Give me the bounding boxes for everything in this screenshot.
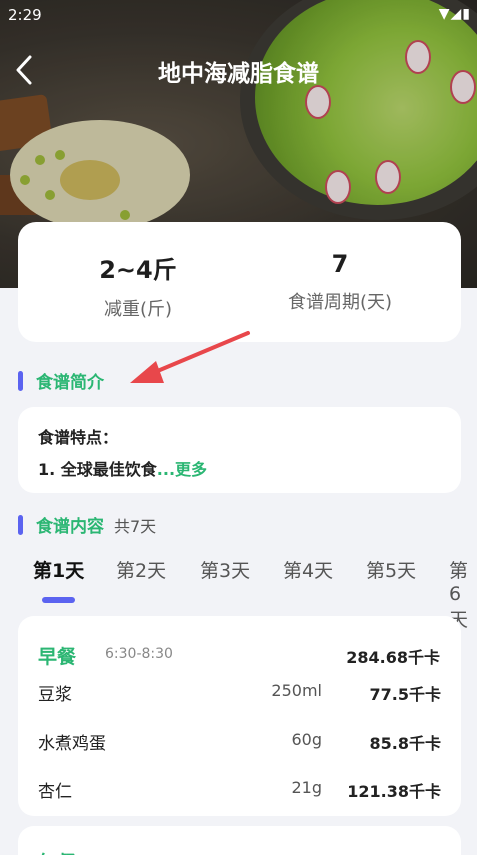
section-marker — [18, 370, 23, 391]
page-title: 地中海减脂食谱 — [158, 61, 319, 87]
meal-card-breakfast: 早餐 6:30-8:30 284.68千卡 豆浆 250ml 77.5千卡 水煮… — [18, 616, 461, 816]
food-quantity: 250ml — [271, 681, 322, 700]
active-tab-indicator — [42, 597, 75, 603]
tab-day-1[interactable]: 第1天 — [33, 556, 84, 583]
food-row[interactable]: 豆浆 250ml 77.5千卡 — [38, 680, 441, 705]
section-title: 食谱内容 — [36, 517, 104, 537]
cycle-stat: 7 食谱周期(天) — [240, 250, 440, 314]
meal-name: 午餐 — [38, 848, 76, 855]
intro-section-header: 食谱简介 — [18, 368, 104, 393]
tab-day-2[interactable]: 第2天 — [116, 556, 166, 583]
food-name: 豆浆 — [38, 685, 72, 705]
tab-day-5[interactable]: 第5天 — [366, 556, 416, 583]
food-row[interactable]: 水煮鸡蛋 60g 85.8千卡 — [38, 729, 441, 754]
intro-text: 1. 全球最佳饮食...更多 — [38, 456, 461, 480]
annotation-arrow-icon — [130, 331, 250, 383]
meal-time: 6:30-8:30 — [105, 646, 173, 662]
weight-loss-stat: 2~4斤 减重(斤) — [38, 250, 238, 321]
stat-value: 2~4斤 — [99, 256, 177, 284]
section-marker — [18, 514, 23, 535]
status-time: 2:29 — [8, 6, 42, 24]
meal-name: 早餐 — [38, 646, 77, 668]
intro-heading: 食谱特点： — [38, 428, 119, 447]
food-quantity: 60g — [291, 730, 322, 749]
food-name: 杏仁 — [38, 782, 72, 802]
intro-line: 1. 全球最佳饮食 — [38, 460, 157, 479]
food-calories: 77.5千卡 — [369, 685, 441, 704]
status-icons: ▼◢▮ — [438, 6, 471, 22]
meal-calories: 284.68千卡 — [346, 648, 440, 667]
tab-day-4[interactable]: 第4天 — [283, 556, 333, 583]
intro-card[interactable]: 食谱特点： 1. 全球最佳饮食...更多 — [18, 407, 461, 493]
meal-card-lunch: 午餐 — [18, 826, 461, 855]
stat-label: 食谱周期(天) — [287, 292, 393, 313]
food-calories: 85.8千卡 — [369, 734, 441, 753]
stats-card: 2~4斤 减重(斤) 7 食谱周期(天) — [18, 222, 461, 342]
stat-value: 7 — [331, 250, 349, 278]
section-title: 食谱简介 — [36, 373, 104, 393]
content-section-header: 食谱内容 共7天 — [18, 512, 156, 537]
food-calories: 121.38千卡 — [347, 782, 441, 801]
total-days: 共7天 — [114, 516, 157, 536]
food-row[interactable]: 杏仁 21g 121.38千卡 — [38, 777, 441, 802]
food-name: 水煮鸡蛋 — [38, 734, 106, 754]
food-quantity: 21g — [291, 778, 322, 797]
stat-label: 减重(斤) — [103, 299, 173, 320]
more-link[interactable]: ...更多 — [157, 460, 207, 479]
tab-day-3[interactable]: 第3天 — [200, 556, 250, 583]
